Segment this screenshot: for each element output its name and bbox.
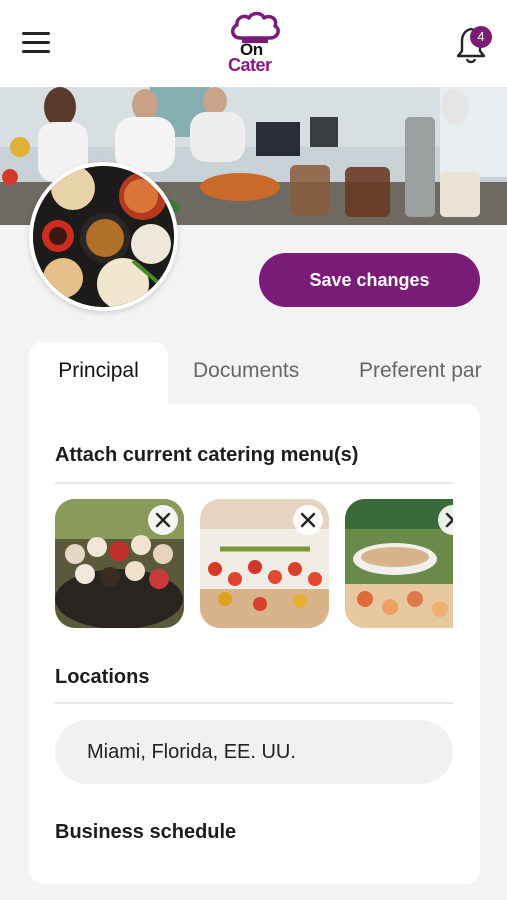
menus-section-title: Attach current catering menu(s) [55, 444, 359, 466]
app-logo: On Cater [222, 10, 288, 78]
remove-attachment-button[interactable] [148, 505, 178, 535]
profile-avatar[interactable] [29, 162, 178, 311]
tab-documents[interactable]: Documents [193, 342, 299, 404]
menu-attachment-item[interactable] [55, 499, 184, 628]
profile-tabs: Principal Documents Preferent par [29, 342, 507, 404]
avatar-food-image [33, 166, 174, 307]
logo-text-cater: Cater [228, 55, 272, 75]
menu-attachment-item[interactable] [345, 499, 453, 628]
notifications-button[interactable]: 4 [452, 22, 492, 66]
hamburger-menu-icon[interactable] [22, 32, 54, 58]
tab-preferent-partners[interactable]: Preferent par [359, 342, 482, 404]
notification-count-badge: 4 [470, 26, 492, 48]
save-changes-button[interactable]: Save changes [259, 253, 480, 307]
menu-image [345, 499, 453, 628]
tab-principal[interactable]: Principal [29, 342, 168, 404]
menu-attachment-item[interactable] [200, 499, 329, 628]
divider [55, 482, 453, 484]
business-schedule-title: Business schedule [55, 821, 237, 843]
close-icon [300, 512, 316, 528]
remove-attachment-button[interactable] [293, 505, 323, 535]
app-header: On Cater 4 [0, 0, 507, 87]
close-icon [445, 512, 453, 528]
divider [55, 702, 453, 704]
location-input[interactable]: Miami, Florida, EE. UU. [55, 720, 453, 784]
locations-section-title: Locations [55, 666, 150, 688]
remove-attachment-button[interactable] [438, 505, 453, 535]
menu-attachments-list [55, 499, 453, 629]
principal-card: Attach current catering menu(s) Location… [29, 404, 480, 884]
close-icon [155, 512, 171, 528]
